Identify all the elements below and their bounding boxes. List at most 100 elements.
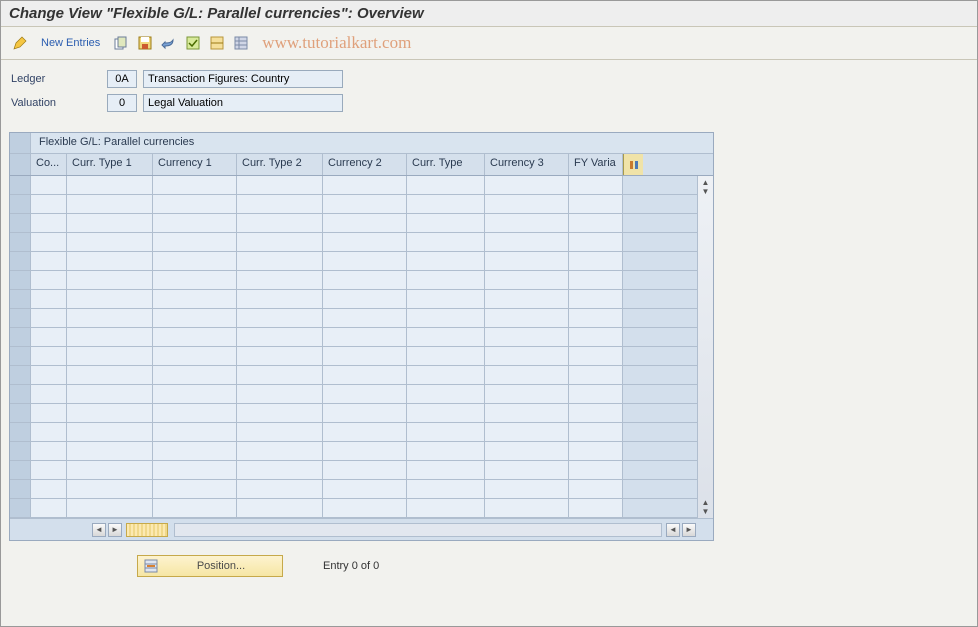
table-cell[interactable] [407, 309, 485, 327]
table-cell[interactable] [67, 290, 153, 308]
scroll-down-icon[interactable]: ▼ [702, 507, 710, 516]
table-cell[interactable] [237, 271, 323, 289]
table-cell[interactable] [323, 347, 407, 365]
table-cell[interactable] [485, 347, 569, 365]
table-config-icon[interactable] [623, 154, 643, 175]
table-cell[interactable] [569, 328, 623, 346]
table-cell[interactable] [485, 480, 569, 498]
table-cell[interactable] [407, 461, 485, 479]
table-cell[interactable] [31, 309, 67, 327]
table-cell[interactable] [31, 252, 67, 270]
table-cell[interactable] [485, 309, 569, 327]
table-cell[interactable] [569, 499, 623, 517]
table-cell[interactable] [31, 347, 67, 365]
col-header-fyvaria[interactable]: FY Varia [569, 154, 623, 175]
valuation-desc-field[interactable] [143, 94, 343, 112]
table-cell[interactable] [407, 499, 485, 517]
vertical-scrollbar[interactable]: ▲ ▼ ▲ ▼ [697, 176, 713, 518]
table-cell[interactable] [323, 195, 407, 213]
table-cell[interactable] [569, 176, 623, 194]
table-cell[interactable] [485, 214, 569, 232]
table-cell[interactable] [569, 461, 623, 479]
ledger-code-field[interactable] [107, 70, 137, 88]
table-cell[interactable] [323, 423, 407, 441]
table-settings-icon[interactable] [232, 34, 250, 52]
table-cell[interactable] [485, 442, 569, 460]
table-cell[interactable] [323, 442, 407, 460]
table-cell[interactable] [569, 366, 623, 384]
valuation-code-field[interactable] [107, 94, 137, 112]
table-cell[interactable] [67, 347, 153, 365]
edit-icon[interactable] [11, 34, 29, 52]
table-cell[interactable] [153, 309, 237, 327]
table-cell[interactable] [407, 480, 485, 498]
table-cell[interactable] [323, 176, 407, 194]
table-cell[interactable] [237, 252, 323, 270]
scroll-track[interactable] [174, 523, 662, 537]
table-cell[interactable] [323, 214, 407, 232]
row-selector[interactable] [10, 499, 31, 517]
scroll-left-end-icon[interactable]: ◄ [666, 523, 680, 537]
panel-corner[interactable] [10, 133, 31, 153]
table-cell[interactable] [569, 195, 623, 213]
row-selector[interactable] [10, 214, 31, 232]
col-header-currtype2[interactable]: Curr. Type 2 [237, 154, 323, 175]
row-selector[interactable] [10, 366, 31, 384]
table-cell[interactable] [485, 366, 569, 384]
row-selector[interactable] [10, 347, 31, 365]
table-cell[interactable] [31, 423, 67, 441]
table-cell[interactable] [407, 195, 485, 213]
table-cell[interactable] [237, 385, 323, 403]
table-cell[interactable] [485, 328, 569, 346]
table-cell[interactable] [31, 195, 67, 213]
table-cell[interactable] [323, 233, 407, 251]
table-cell[interactable] [237, 480, 323, 498]
table-cell[interactable] [407, 290, 485, 308]
table-cell[interactable] [323, 480, 407, 498]
table-cell[interactable] [407, 328, 485, 346]
table-cell[interactable] [31, 366, 67, 384]
table-cell[interactable] [67, 461, 153, 479]
undo-icon[interactable] [160, 34, 178, 52]
table-cell[interactable] [31, 176, 67, 194]
table-cell[interactable] [485, 423, 569, 441]
table-cell[interactable] [237, 290, 323, 308]
table-cell[interactable] [569, 233, 623, 251]
table-cell[interactable] [569, 404, 623, 422]
table-cell[interactable] [237, 461, 323, 479]
table-cell[interactable] [237, 233, 323, 251]
row-selector[interactable] [10, 176, 31, 194]
row-selector[interactable] [10, 290, 31, 308]
table-cell[interactable] [153, 480, 237, 498]
table-cell[interactable] [67, 309, 153, 327]
table-cell[interactable] [153, 366, 237, 384]
table-cell[interactable] [569, 309, 623, 327]
table-cell[interactable] [237, 347, 323, 365]
table-cell[interactable] [323, 252, 407, 270]
table-cell[interactable] [153, 347, 237, 365]
table-cell[interactable] [237, 423, 323, 441]
table-cell[interactable] [153, 290, 237, 308]
table-cell[interactable] [153, 499, 237, 517]
table-cell[interactable] [485, 271, 569, 289]
table-cell[interactable] [407, 404, 485, 422]
row-selector[interactable] [10, 309, 31, 327]
table-cell[interactable] [485, 290, 569, 308]
copy-icon[interactable] [112, 34, 130, 52]
table-cell[interactable] [31, 290, 67, 308]
table-cell[interactable] [407, 366, 485, 384]
table-cell[interactable] [569, 423, 623, 441]
table-cell[interactable] [31, 480, 67, 498]
table-cell[interactable] [485, 461, 569, 479]
scroll-down-mid-icon[interactable]: ▼ [702, 187, 710, 196]
new-entries-button[interactable]: New Entries [35, 37, 106, 49]
table-cell[interactable] [323, 290, 407, 308]
row-selector[interactable] [10, 461, 31, 479]
scroll-right-step-icon[interactable]: ► [108, 523, 122, 537]
table-cell[interactable] [485, 385, 569, 403]
table-cell[interactable] [237, 214, 323, 232]
row-selector[interactable] [10, 423, 31, 441]
table-cell[interactable] [569, 347, 623, 365]
table-cell[interactable] [407, 252, 485, 270]
table-cell[interactable] [31, 442, 67, 460]
